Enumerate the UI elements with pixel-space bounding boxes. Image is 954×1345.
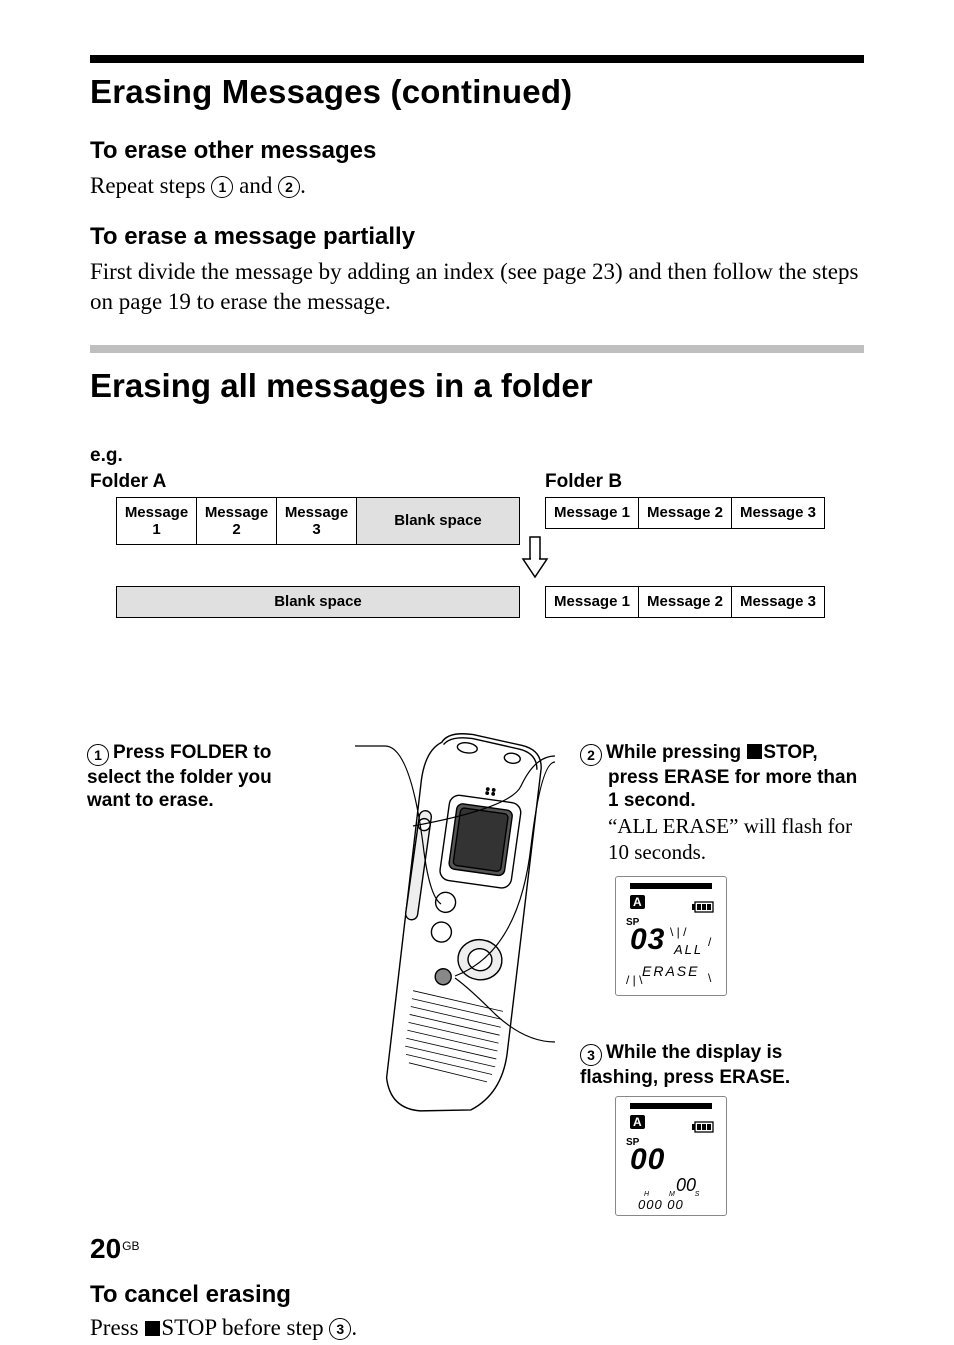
folder-b-after-table: Message 1 Message 2 Message 3 bbox=[545, 586, 825, 618]
callout-bold-text: 3While the display is flashing, press ER… bbox=[580, 1041, 865, 1090]
subheading-cancel: To cancel erasing bbox=[90, 1281, 864, 1309]
step-num-3-icon: 3 bbox=[329, 1318, 351, 1340]
recorder-device-icon bbox=[345, 726, 565, 1146]
table-cell: Message 3 bbox=[277, 497, 357, 544]
blank-space-cell: Blank space bbox=[117, 586, 520, 617]
device-illustration-area: 1Press FOLDER to select the folder you w… bbox=[90, 741, 864, 1281]
folder-a-after-table: Blank space bbox=[116, 586, 520, 618]
step-num-2-icon: 2 bbox=[580, 744, 602, 766]
table-cell: Message 2 bbox=[639, 586, 732, 617]
lcd-topbar bbox=[630, 1103, 712, 1109]
body-erase-other: Repeat steps 1 and 2. bbox=[90, 171, 864, 201]
blank-space-cell: Blank space bbox=[357, 497, 520, 544]
folder-b-before-table: Message 1 Message 2 Message 3 bbox=[545, 497, 825, 529]
text: and bbox=[233, 173, 278, 198]
arrow-down-icon bbox=[520, 535, 550, 585]
lcd-topbar bbox=[630, 883, 712, 889]
step-num-3-icon: 3 bbox=[580, 1044, 602, 1066]
page-number-value: 20 bbox=[90, 1233, 121, 1264]
step-num-2-icon: 2 bbox=[278, 176, 300, 198]
callout-step-2: 2While pressing STOP, press ERASE for mo… bbox=[580, 741, 865, 866]
callout-step-3: 3While the display is flashing, press ER… bbox=[580, 1041, 865, 1090]
folder-tag-icon: A bbox=[630, 1115, 645, 1129]
table-cell: Message 3 bbox=[732, 497, 825, 528]
text: . bbox=[300, 173, 306, 198]
top-rule bbox=[90, 55, 864, 63]
lcd-hms-digits: 000 00 bbox=[638, 1197, 684, 1212]
table-cell: Message 2 bbox=[197, 497, 277, 544]
text: While pressing bbox=[606, 742, 746, 763]
text: STOP before step bbox=[161, 1315, 329, 1340]
text: Press bbox=[90, 1315, 144, 1340]
manual-page: Erasing Messages (continued) To erase ot… bbox=[0, 0, 954, 1345]
callout-bold-text: 2While pressing STOP, press ERASE for mo… bbox=[580, 741, 865, 814]
folder-a-label: Folder A bbox=[90, 471, 166, 493]
callout-body-text: “ALL ERASE” will flash for 10 seconds. bbox=[608, 813, 865, 866]
text: While the display is flashing, press ERA… bbox=[580, 1042, 790, 1088]
lcd-all-text: ALL bbox=[674, 942, 703, 957]
table-cell: Message 1 bbox=[117, 497, 197, 544]
text: . bbox=[351, 1315, 357, 1340]
lcd-big-digits: 00 bbox=[630, 1143, 665, 1177]
section-title: Erasing Messages (continued) bbox=[90, 73, 864, 111]
folder-diagram: Folder A Folder B Message 1 Message 2 Me… bbox=[90, 471, 864, 661]
folder-tag-icon: A bbox=[630, 895, 645, 909]
table-cell: Message 3 bbox=[732, 586, 825, 617]
subheading-erase-other: To erase other messages bbox=[90, 137, 864, 165]
battery-icon bbox=[692, 901, 716, 913]
folder-b-label: Folder B bbox=[545, 471, 622, 493]
callout-bold-text: Press FOLDER to select the folder you wa… bbox=[87, 742, 272, 812]
battery-icon bbox=[692, 1121, 716, 1133]
callout-step-1: 1Press FOLDER to select the folder you w… bbox=[87, 741, 317, 814]
table-cell: Message 2 bbox=[639, 497, 732, 528]
page-region: GB bbox=[122, 1239, 139, 1253]
major-heading: Erasing all messages in a folder bbox=[90, 367, 864, 405]
lcd-big-digits: 03 bbox=[630, 923, 665, 957]
body-cancel: Press STOP before step 3. bbox=[90, 1313, 864, 1343]
lcd-screen-zero: A SP 00 00 H M S 000 00 bbox=[615, 1096, 727, 1216]
subheading-erase-partial: To erase a message partially bbox=[90, 223, 864, 251]
text: Repeat steps bbox=[90, 173, 211, 198]
divider-rule bbox=[90, 345, 864, 353]
page-number: 20GB bbox=[90, 1233, 140, 1265]
lcd-screen-all-erase: A SP 03 ALL ERASE \ | / / | \ / \ bbox=[615, 876, 727, 996]
lcd-erase-text: ERASE bbox=[642, 963, 699, 979]
body-erase-partial: First divide the message by adding an in… bbox=[90, 257, 864, 317]
table-cell: Message 1 bbox=[546, 586, 639, 617]
step-num-1-icon: 1 bbox=[211, 176, 233, 198]
table-cell: Message 1 bbox=[546, 497, 639, 528]
step-num-1-icon: 1 bbox=[87, 744, 109, 766]
eg-label: e.g. bbox=[90, 445, 864, 467]
text: press ERASE for more than 1 second. bbox=[608, 766, 865, 814]
text: STOP, bbox=[763, 742, 817, 763]
stop-square-icon bbox=[145, 1321, 160, 1336]
stop-square-icon bbox=[747, 744, 762, 759]
folder-a-before-table: Message 1 Message 2 Message 3 Blank spac… bbox=[116, 497, 520, 545]
